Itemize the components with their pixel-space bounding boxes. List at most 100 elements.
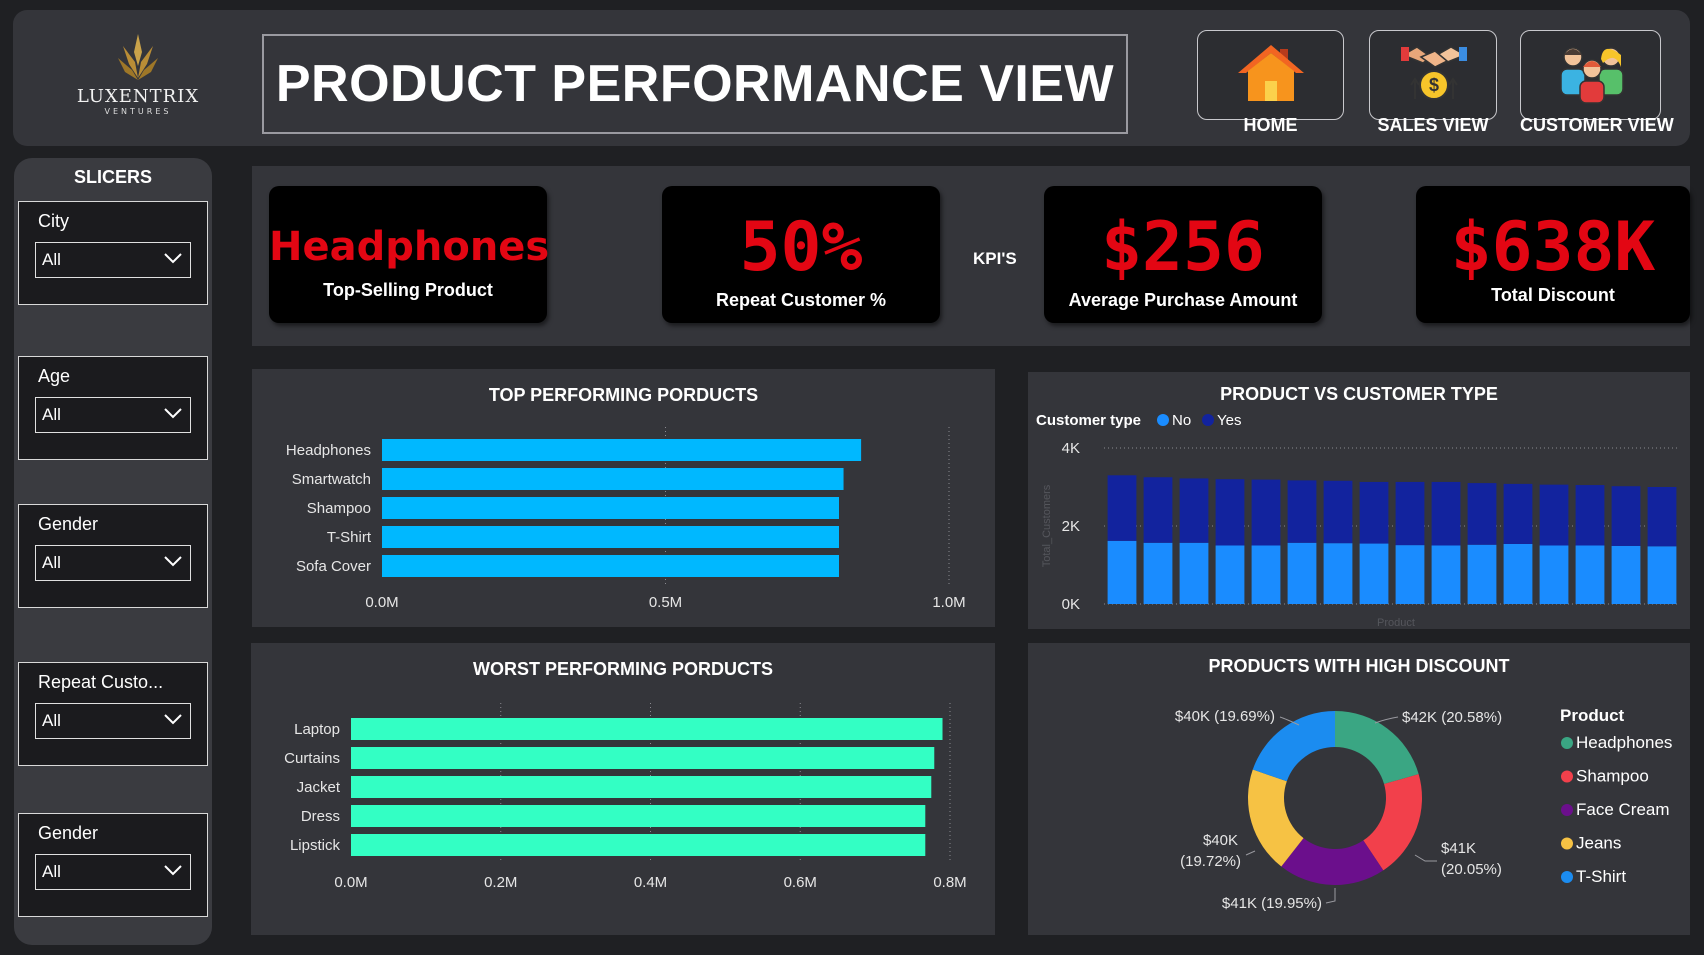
stack-segment-yes — [1359, 481, 1389, 544]
stack-segment-no — [1287, 542, 1317, 604]
dropdown-value: All — [42, 553, 61, 572]
bar — [382, 497, 840, 519]
leader-line — [1374, 716, 1399, 724]
bar — [351, 747, 935, 769]
kpi-card-avg-purchase: $256 Average Purchase Amount — [1044, 186, 1322, 323]
legend-marker — [1561, 871, 1573, 883]
home-icon — [1238, 45, 1304, 101]
slicer-label: Gender — [38, 514, 99, 534]
category-label: Lipstick — [290, 837, 341, 854]
stack-segment-yes — [1503, 483, 1533, 544]
category-label: Jacket — [297, 779, 341, 796]
leader-line — [1325, 888, 1336, 904]
gender-dropdown[interactable]: All — [35, 545, 191, 581]
slice-label: (20.05%) — [1441, 861, 1502, 878]
bar — [382, 555, 840, 577]
bar — [351, 776, 932, 798]
chevron-down-icon — [164, 865, 182, 876]
slicer-city: City All — [18, 201, 208, 305]
legend-title: Customer type — [1036, 412, 1141, 429]
category-label: Shampoo — [307, 500, 371, 517]
company-logo: LUXENTRIX VENTURES — [73, 32, 203, 132]
slicer-age: Age All — [18, 356, 208, 460]
city-dropdown[interactable]: All — [35, 242, 191, 278]
gender-dropdown-2[interactable]: All — [35, 854, 191, 890]
bar — [351, 718, 943, 740]
legend-marker — [1561, 837, 1573, 850]
home-label[interactable]: HOME — [1197, 115, 1344, 136]
worst-products-panel: WORST PERFORMING PORDUCTS 0.0M 0.2M 0.4M 0.… — [251, 643, 995, 935]
legend-marker-no — [1157, 414, 1169, 426]
customer-view-label[interactable]: CUSTOMER VIEW — [1520, 115, 1674, 136]
legend-label: Jeans — [1576, 834, 1621, 853]
stack-segment-yes — [1467, 483, 1497, 545]
legend-label: Shampoo — [1576, 767, 1649, 786]
stack-segment-no — [1215, 545, 1245, 604]
legend-marker — [1561, 804, 1573, 816]
tick-label: 0.0M — [365, 594, 398, 611]
chevron-down-icon — [164, 253, 182, 264]
stack-segment-yes — [1611, 486, 1641, 546]
stack-segment-no — [1143, 542, 1173, 604]
home-button[interactable] — [1197, 30, 1344, 120]
x-axis-label: Product — [1377, 617, 1415, 629]
legend-label: Face Cream — [1576, 800, 1670, 819]
stack-segment-no — [1179, 542, 1209, 604]
slicers-title: SLICERS — [73, 167, 152, 187]
kpi-label: Top-Selling Product — [323, 280, 493, 300]
kpi-label: Total Discount — [1491, 285, 1615, 305]
logo-subtitle: VENTURES — [104, 107, 172, 116]
top-products-panel: TOP PERFORMING PORDUCTS 0.0M 0.5M 1.0M Head… — [252, 369, 995, 627]
leader-line — [1245, 850, 1256, 856]
chevron-down-icon — [164, 408, 182, 419]
legend-label: Headphones — [1576, 733, 1672, 752]
stack-segment-yes — [1575, 485, 1605, 546]
repeat-customer-dropdown[interactable]: All — [35, 703, 191, 739]
customer-type-panel: PRODUCT VS CUSTOMER TYPE Customer type No… — [1028, 372, 1690, 629]
y-axis-label: Total_Customers — [1041, 484, 1053, 567]
slice-label: $41K — [1441, 840, 1476, 857]
stack-segment-no — [1539, 545, 1569, 604]
slicer-gender: Gender All — [18, 504, 208, 608]
legend-title: Product — [1560, 706, 1625, 725]
slice-label: $40K — [1203, 832, 1238, 849]
worst-products-chart: 0.0M 0.2M 0.4M 0.6M 0.8M Laptop Curtains Jacket… — [284, 703, 967, 891]
legend-marker — [1561, 770, 1573, 783]
stack-segment-yes — [1539, 484, 1569, 546]
tick-label: 0.5M — [649, 594, 682, 611]
leader-line — [1414, 854, 1437, 862]
kpi-card-repeat-customer: 50% Repeat Customer % — [662, 186, 940, 323]
tick-label: 0.8M — [933, 874, 966, 891]
discount-panel: PRODUCTS WITH HIGH DISCOUNT $42K (20.58%… — [1028, 643, 1690, 935]
stack-segment-yes — [1647, 487, 1677, 547]
slice-label: $40K (19.69%) — [1175, 708, 1275, 725]
category-label: T-Shirt — [327, 529, 372, 546]
logo-crest-icon — [118, 34, 158, 80]
stack-segment-no — [1107, 540, 1137, 604]
age-dropdown[interactable]: All — [35, 397, 191, 433]
category-label: Headphones — [286, 442, 371, 459]
kpi-panel: Headphones Top-Selling Product 50% Repea… — [252, 166, 1690, 346]
tick-label: 0.4M — [634, 874, 667, 891]
stack-segment-yes — [1215, 479, 1245, 546]
dropdown-value: All — [42, 405, 61, 424]
header-bar: LUXENTRIX VENTURES PRODUCT PERFORMANCE V… — [13, 10, 1690, 146]
legend-marker — [1561, 737, 1573, 749]
stack-segment-yes — [1143, 477, 1173, 543]
slicer-gender-2: Gender All — [18, 813, 208, 917]
sales-view-label[interactable]: SALES VIEW — [1369, 115, 1497, 136]
slicers-panel: SLICERS City All Age All Gender All Repe… — [14, 158, 212, 945]
stack-segment-no — [1395, 545, 1425, 604]
chevron-down-icon — [164, 556, 182, 567]
tick-label: 2K — [1062, 518, 1080, 535]
stack-segment-no — [1611, 545, 1641, 604]
dropdown-value: All — [42, 862, 61, 881]
stack-segment-yes — [1179, 478, 1209, 543]
category-label: Sofa Cover — [296, 558, 371, 575]
stack-segment-yes — [1107, 475, 1137, 541]
stack-segment-no — [1251, 545, 1281, 604]
legend-marker-yes — [1202, 414, 1214, 426]
customer-view-button[interactable] — [1520, 30, 1661, 120]
category-label: Curtains — [284, 750, 340, 767]
sales-view-button[interactable]: $ — [1369, 30, 1497, 120]
